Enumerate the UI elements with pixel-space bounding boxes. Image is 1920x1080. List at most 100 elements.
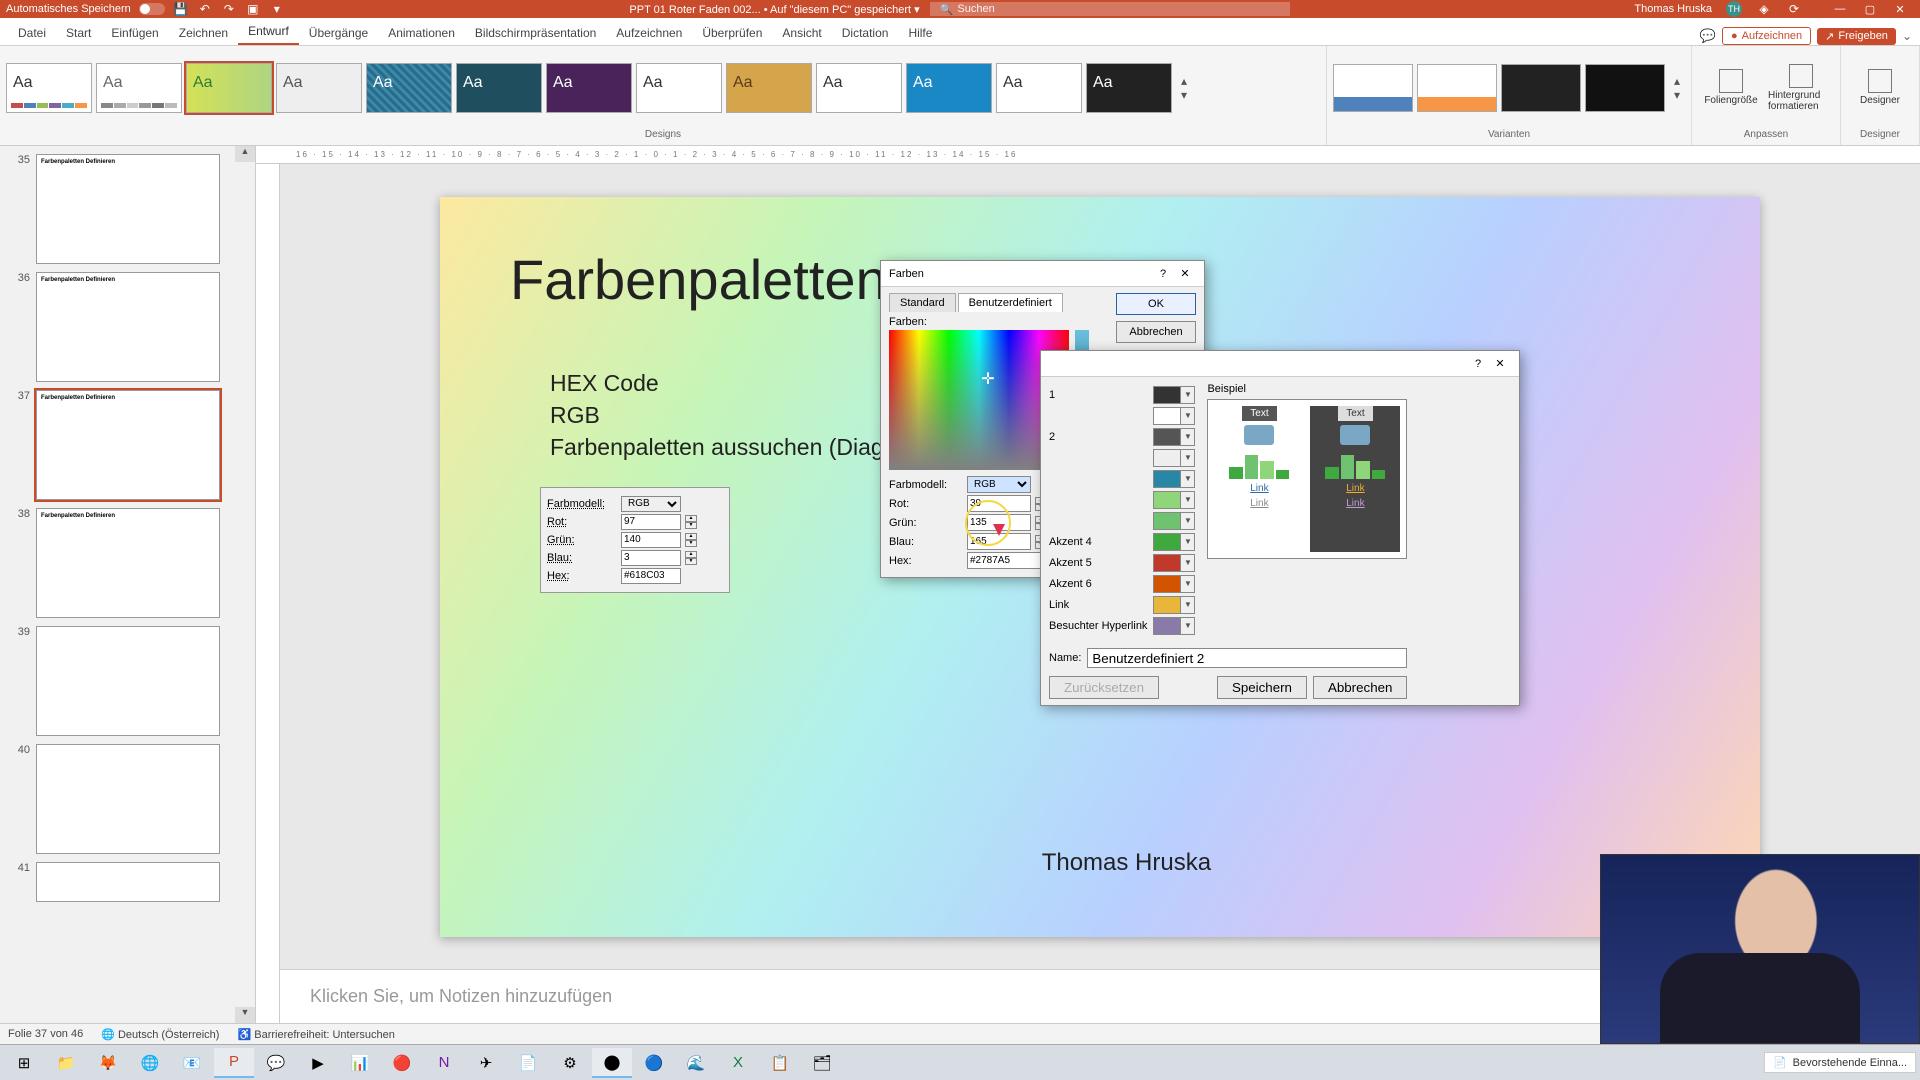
tb-explorer[interactable]: 📁 xyxy=(46,1048,86,1078)
ok-button[interactable]: OK xyxy=(1116,293,1196,315)
themes-more[interactable]: ▴▾ xyxy=(1176,63,1192,113)
tb-chrome[interactable]: 🌐 xyxy=(130,1048,170,1078)
slide-counter[interactable]: Folie 37 von 46 xyxy=(8,1028,83,1040)
tab-bildschirm[interactable]: Bildschirmpräsentation xyxy=(465,21,606,45)
close-icon[interactable]: ✕ xyxy=(1489,357,1511,370)
variant-thumb[interactable] xyxy=(1417,64,1497,112)
tb-app5[interactable]: ⚙ xyxy=(550,1048,590,1078)
tb-excel[interactable]: X xyxy=(718,1048,758,1078)
color-swatch-dropdown[interactable]: ▼ xyxy=(1153,596,1195,614)
dropdown-icon[interactable]: ▾ xyxy=(269,1,285,17)
color-swatch-dropdown[interactable]: ▼ xyxy=(1153,407,1195,425)
scroll-up-icon[interactable]: ▲ xyxy=(235,146,255,162)
color-swatch-dropdown[interactable]: ▼ xyxy=(1153,554,1195,572)
color-swatch-dropdown[interactable]: ▼ xyxy=(1153,617,1195,635)
collapse-ribbon-icon[interactable]: ⌄ xyxy=(1902,29,1912,43)
tab-ansicht[interactable]: Ansicht xyxy=(772,21,831,45)
avatar[interactable]: TH xyxy=(1726,1,1742,17)
variant-thumb[interactable] xyxy=(1585,64,1665,112)
slide-thumbnails-panel[interactable]: ▲ 35Farbenpaletten Definieren 36Farbenpa… xyxy=(0,146,256,1023)
reset-button[interactable]: Zurücksetzen xyxy=(1049,676,1159,699)
tab-uebergaenge[interactable]: Übergänge xyxy=(299,21,378,45)
close-icon[interactable]: ✕ xyxy=(1174,267,1196,280)
cancel-button[interactable]: Abbrechen xyxy=(1116,321,1196,343)
tab-einfuegen[interactable]: Einfügen xyxy=(101,21,168,45)
tab-animationen[interactable]: Animationen xyxy=(378,21,465,45)
save-icon[interactable]: 💾 xyxy=(173,1,189,17)
designer-button[interactable]: Designer xyxy=(1847,53,1913,123)
diamond-icon[interactable]: ◈ xyxy=(1756,1,1772,17)
save-button[interactable]: Speichern xyxy=(1217,676,1307,699)
color-swatch-dropdown[interactable]: ▼ xyxy=(1153,575,1195,593)
slide-thumb-36[interactable]: 36Farbenpaletten Definieren xyxy=(10,272,245,382)
slide-thumb-38[interactable]: 38Farbenpaletten Definieren xyxy=(10,508,245,618)
tb-app8[interactable]: 🗂 xyxy=(802,1048,842,1078)
comments-icon[interactable]: 💬 xyxy=(1700,28,1716,44)
format-bg-button[interactable]: Hintergrund formatieren xyxy=(1768,53,1834,123)
red-input[interactable] xyxy=(967,495,1031,512)
slide-thumb-40[interactable]: 40 xyxy=(10,744,245,854)
tab-aufzeichnen[interactable]: Aufzeichnen xyxy=(606,21,692,45)
theme-thumb[interactable]: Aa xyxy=(6,63,92,113)
theme-thumb[interactable]: Aa xyxy=(366,63,452,113)
share-button[interactable]: ↗ Freigeben xyxy=(1817,28,1896,45)
minimize-button[interactable]: — xyxy=(1826,3,1854,16)
inset-g-input[interactable] xyxy=(621,532,681,548)
inset-hex-input[interactable] xyxy=(621,568,681,584)
slide-author[interactable]: Thomas Hruska xyxy=(1042,849,1211,877)
inset-model-select[interactable]: RGB xyxy=(621,496,681,512)
tb-app2[interactable]: 📊 xyxy=(340,1048,380,1078)
variants-more[interactable]: ▴▾ xyxy=(1669,63,1685,113)
tb-app6[interactable]: 🔵 xyxy=(634,1048,674,1078)
tab-custom[interactable]: Benutzerdefiniert xyxy=(958,293,1063,312)
color-swatch-dropdown[interactable]: ▼ xyxy=(1153,491,1195,509)
theme-thumb[interactable]: Aa xyxy=(906,63,992,113)
inset-r-input[interactable] xyxy=(621,514,681,530)
redo-icon[interactable]: ↷ xyxy=(221,1,237,17)
tb-powerpoint[interactable]: P xyxy=(214,1048,254,1078)
slide-size-button[interactable]: Foliengröße xyxy=(1698,53,1764,123)
slide-thumb-35[interactable]: 35Farbenpaletten Definieren xyxy=(10,154,245,264)
tb-obs[interactable]: ⬤ xyxy=(592,1048,632,1078)
theme-thumb[interactable]: Aa xyxy=(546,63,632,113)
tab-standard[interactable]: Standard xyxy=(889,293,956,312)
theme-thumb[interactable]: Aa xyxy=(276,63,362,113)
theme-thumb[interactable]: Aa xyxy=(726,63,812,113)
theme-thumb[interactable]: Aa xyxy=(1086,63,1172,113)
theme-thumb[interactable]: Aa xyxy=(996,63,1082,113)
sync-icon[interactable]: ⟳ xyxy=(1786,1,1802,17)
tb-edge[interactable]: 🌊 xyxy=(676,1048,716,1078)
search-box[interactable]: 🔍 Suchen xyxy=(930,2,1290,16)
tb-telegram[interactable]: ✈ xyxy=(466,1048,506,1078)
tab-datei[interactable]: Datei xyxy=(8,21,56,45)
theme-name-input[interactable] xyxy=(1087,648,1407,668)
color-swatch-dropdown[interactable]: ▼ xyxy=(1153,533,1195,551)
theme-thumb[interactable]: Aa xyxy=(456,63,542,113)
hex-input[interactable] xyxy=(967,552,1043,569)
variant-thumb[interactable] xyxy=(1333,64,1413,112)
help-icon[interactable]: ? xyxy=(1152,268,1174,280)
color-swatch-dropdown[interactable]: ▼ xyxy=(1153,512,1195,530)
autosave-toggle[interactable] xyxy=(139,3,165,15)
slide-thumb-39[interactable]: 39 xyxy=(10,626,245,736)
theme-thumb[interactable]: Aa xyxy=(186,63,272,113)
tab-start[interactable]: Start xyxy=(56,21,101,45)
slide-thumb-41[interactable]: 41 xyxy=(10,862,245,902)
variant-thumb[interactable] xyxy=(1501,64,1581,112)
tab-ueberpruefen[interactable]: Überprüfen xyxy=(692,21,772,45)
tab-entwurf[interactable]: Entwurf xyxy=(238,19,299,45)
tab-dictation[interactable]: Dictation xyxy=(832,21,899,45)
cancel-button[interactable]: Abbrechen xyxy=(1313,676,1407,699)
tb-app7[interactable]: 📋 xyxy=(760,1048,800,1078)
theme-thumb[interactable]: Aa xyxy=(96,63,182,113)
tb-app[interactable]: 💬 xyxy=(256,1048,296,1078)
help-icon[interactable]: ? xyxy=(1467,358,1489,370)
tb-app4[interactable]: 📄 xyxy=(508,1048,548,1078)
color-swatch-dropdown[interactable]: ▼ xyxy=(1153,386,1195,404)
tb-vlc[interactable]: ▶ xyxy=(298,1048,338,1078)
slideshow-icon[interactable]: ▣ xyxy=(245,1,261,17)
document-title[interactable]: PPT 01 Roter Faden 002... • Auf "diesem … xyxy=(629,3,919,16)
undo-icon[interactable]: ↶ xyxy=(197,1,213,17)
tb-outlook[interactable]: 📧 xyxy=(172,1048,212,1078)
close-button[interactable]: ✕ xyxy=(1886,3,1914,16)
